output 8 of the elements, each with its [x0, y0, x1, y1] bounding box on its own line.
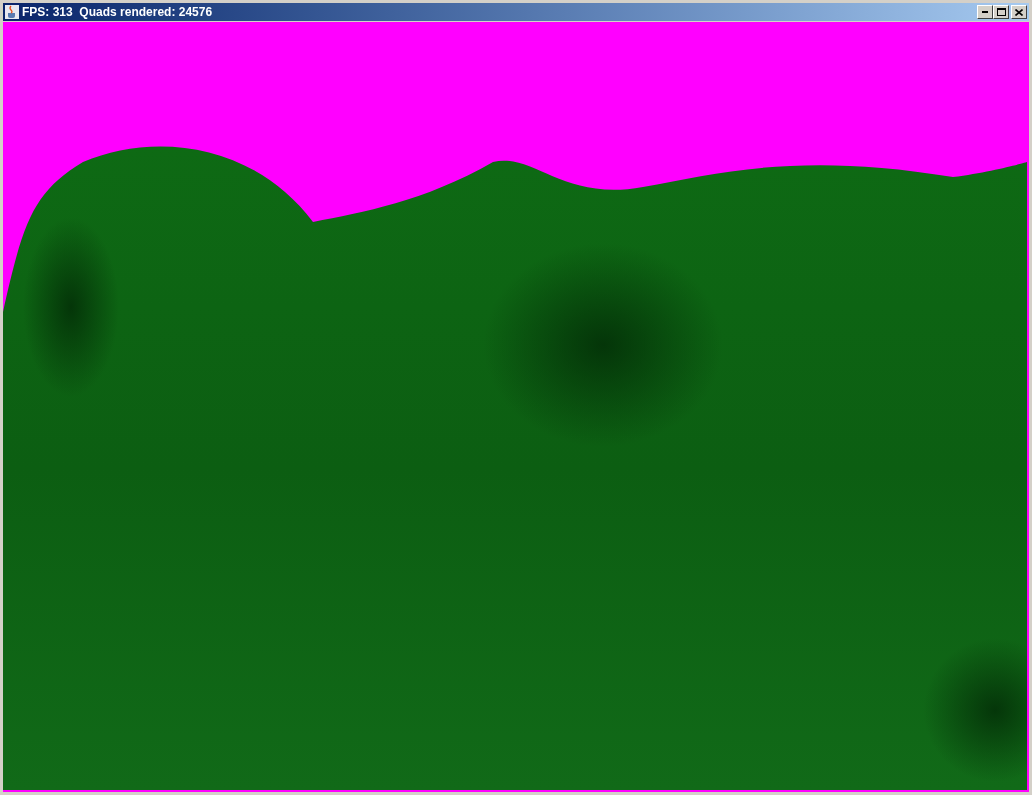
coffee-cup-icon [5, 5, 19, 19]
close-icon [1015, 8, 1023, 16]
close-button[interactable] [1011, 5, 1027, 19]
window-title: FPS: 313 Quads rendered: 24576 [22, 6, 213, 18]
minimize-button[interactable] [977, 5, 993, 19]
maximize-button[interactable] [993, 5, 1009, 19]
maximize-icon [996, 8, 1006, 16]
minimize-icon [982, 11, 988, 13]
